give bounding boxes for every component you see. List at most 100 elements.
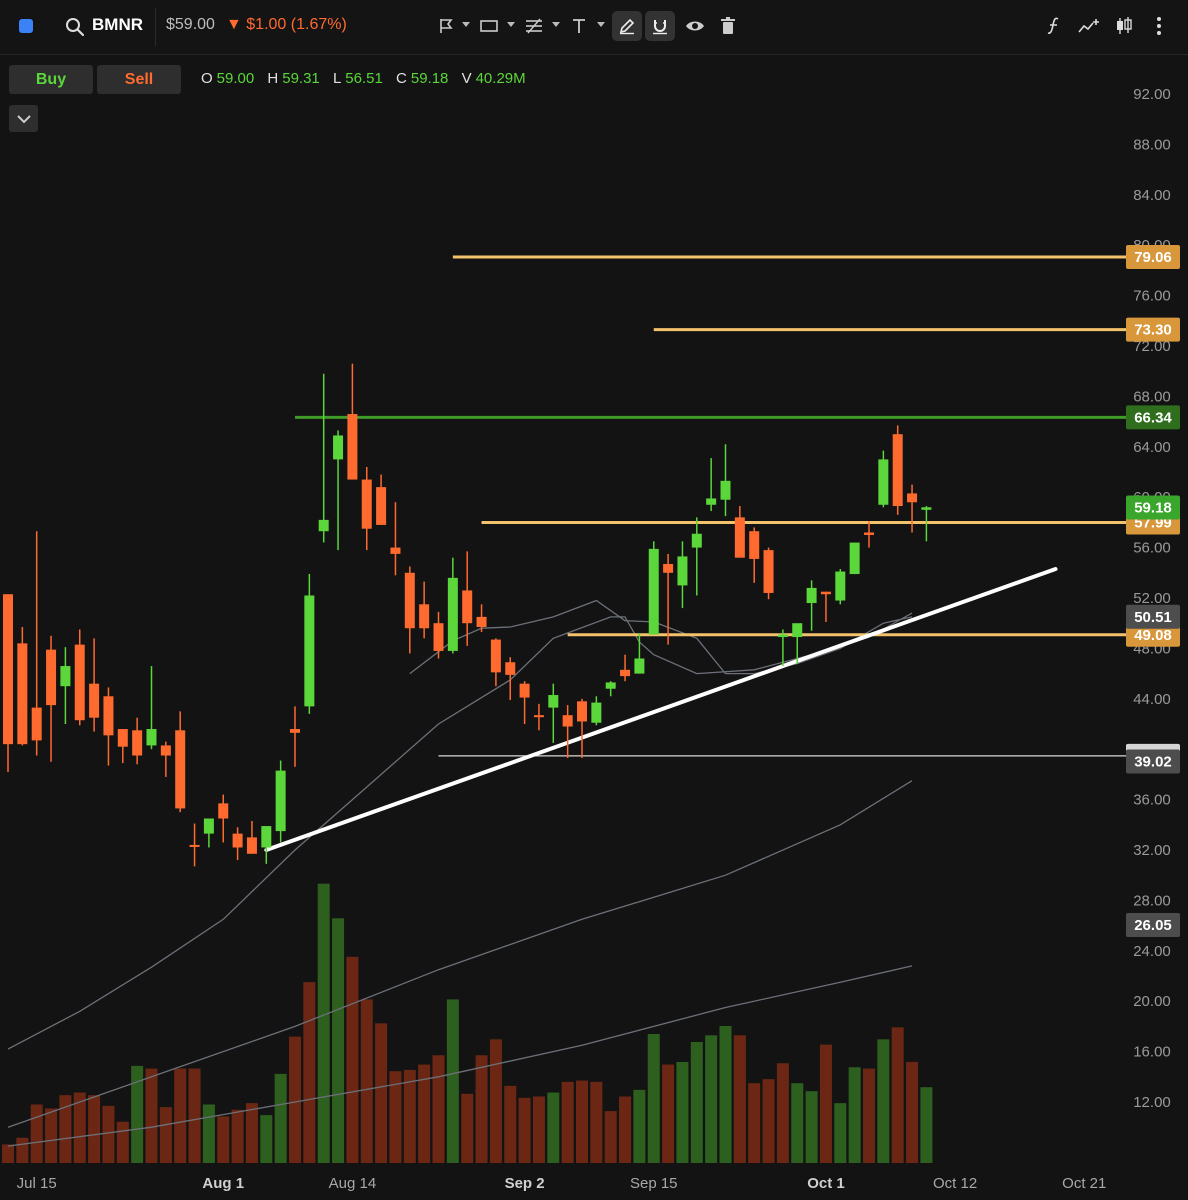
candle-body [376,487,387,525]
y-tick-label: 36.00 [1133,792,1171,809]
y-tick-label: 32.00 [1133,842,1171,859]
chevron-down-icon [16,114,31,123]
candle-body [419,604,430,629]
x-tick-label: Oct 21 [1062,1175,1106,1192]
volume-bar [88,1095,101,1163]
volume-bar [346,956,359,1163]
moving-average-line [409,599,913,675]
candle-body [548,695,559,708]
price-badge-label: 59.18 [1134,500,1172,517]
candle-body [734,517,745,558]
close-value: 59.18 [410,70,449,87]
volume-bar [518,1097,531,1163]
sell-button[interactable]: Sell [97,65,181,94]
volume-bar [260,1115,273,1163]
volume-bar [202,1104,215,1163]
volume-bar [762,1079,775,1163]
volume-bar [159,1107,172,1163]
y-tick-label: 28.00 [1133,892,1171,909]
y-tick-label: 44.00 [1133,691,1171,708]
price-badge-label: 79.06 [1134,249,1172,266]
candle-body [677,556,688,586]
volume-bar [432,1055,445,1163]
volume-bar [403,1069,416,1163]
candle-body [577,701,587,722]
candle-body [907,493,918,503]
volume-bar [532,1096,545,1163]
candle-body [189,844,200,847]
volume-bar [317,883,330,1163]
price-badge-label: 73.30 [1134,322,1172,339]
volume-bar [504,1085,517,1163]
moving-average-line [7,612,913,1050]
volume-bar [561,1081,574,1163]
x-tick-label: Sep 15 [630,1175,678,1192]
candle-body [160,745,171,756]
candle-body [304,595,315,707]
candle-body [46,649,57,706]
y-tick-label: 64.00 [1133,439,1171,456]
volume-bar [791,1083,804,1163]
candle-body [519,683,530,698]
candle-body [763,550,774,593]
volume-bar [360,999,373,1163]
candle-body [17,643,28,745]
y-tick-label: 84.00 [1133,187,1171,204]
volume-bar [274,1073,287,1163]
candle-body [246,837,257,854]
price-badge-label: 66.34 [1134,409,1172,426]
volume-bar [45,1108,58,1163]
candle-body [117,729,128,747]
moving-average-line [7,780,913,1128]
price-badge-label: 39.02 [1134,754,1172,771]
candle-body [864,532,874,535]
candle-body [620,669,631,677]
volume-bar [217,1116,230,1163]
volume-bar [748,1083,761,1163]
candle-body [892,434,903,507]
x-tick-label: Jul 15 [17,1175,57,1192]
volume-bar [102,1105,115,1163]
price-badge-label: 26.05 [1134,917,1172,934]
candle-body [333,435,344,460]
volume-bar [30,1104,43,1163]
candle-body [361,479,372,529]
candle-body [203,818,214,834]
candle-body [921,507,932,510]
x-tick-label: Oct 12 [933,1175,977,1192]
volume-bar [776,1063,789,1163]
ohlcv-legend: O 59.00 H 59.31 L 56.51 C 59.18 V 40.29M [201,70,535,87]
volume-bar [819,1044,832,1163]
x-tick-label: Oct 1 [807,1175,845,1192]
volume-bar [116,1121,129,1163]
volume-bar [906,1061,919,1163]
volume-bar [633,1089,646,1163]
y-tick-label: 12.00 [1133,1094,1171,1111]
volume-bar [375,1023,388,1163]
candle-body [261,826,272,848]
volume-bar [475,1055,488,1163]
candle-body [648,548,659,635]
volume-bar [2,1144,14,1163]
candle-body [691,533,702,548]
price-chart[interactable]: 92.0088.0084.0080.0076.0072.0068.0064.00… [0,0,1188,1200]
open-value: 59.00 [216,70,255,87]
candle-body [132,730,143,756]
candle-body [74,644,85,721]
volume-bar [662,1064,675,1163]
volume-bar [690,1041,703,1163]
volume-bar [920,1087,933,1163]
candle-body [103,696,114,736]
volume-bar [576,1080,588,1163]
candle-body [318,519,329,532]
candle-body [89,683,100,718]
y-tick-label: 56.00 [1133,540,1171,557]
candle-body [792,623,803,638]
trendline [264,567,1058,852]
volume-bar [245,1103,258,1163]
collapse-legend-button[interactable] [9,105,38,132]
x-tick-label: Aug 14 [329,1175,377,1192]
y-tick-label: 68.00 [1133,388,1171,405]
buy-button[interactable]: Buy [9,65,93,94]
volume-bar [16,1137,29,1163]
